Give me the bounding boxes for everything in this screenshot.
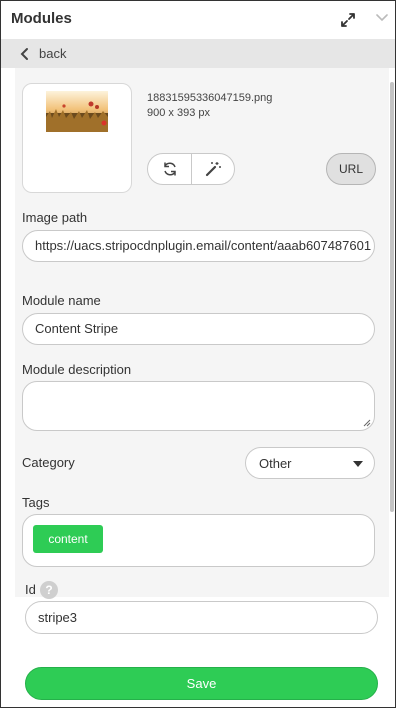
category-select[interactable]: Other [245, 447, 375, 479]
replace-image-button[interactable] [148, 154, 191, 184]
help-icon[interactable]: ? [40, 581, 58, 599]
refresh-icon [164, 162, 176, 176]
image-preview [22, 83, 132, 193]
image-path-input[interactable]: https://uacs.stripocdnplugin.email/conte… [22, 230, 375, 262]
url-button[interactable]: URL [326, 153, 376, 185]
scrollbar-thumb[interactable] [390, 82, 394, 512]
save-button[interactable]: Save [25, 667, 378, 700]
edit-image-button[interactable] [192, 154, 235, 184]
resize-handle-icon[interactable] [363, 419, 371, 427]
scrollbar[interactable] [389, 68, 395, 706]
image-file-name: 18831595336047159.png [147, 92, 273, 104]
panel-header: Modules [1, 1, 395, 39]
tag-chip[interactable]: content [33, 525, 103, 553]
expand-icon[interactable] [338, 10, 358, 30]
image-path-label: Image path [22, 210, 88, 225]
category-selected-value: Other [259, 456, 292, 471]
module-name-input[interactable]: Content Stripe [22, 313, 375, 345]
tags-label: Tags [22, 495, 50, 510]
image-actions [147, 153, 235, 185]
preview-image [46, 91, 108, 132]
module-description-textarea[interactable] [22, 381, 375, 431]
id-label: Id [25, 582, 36, 597]
chevron-left-icon [20, 48, 28, 60]
magic-wand-icon [205, 162, 221, 177]
tags-input[interactable]: content [22, 514, 375, 567]
back-link[interactable]: back [1, 39, 395, 68]
id-input[interactable]: stripe3 [25, 601, 378, 634]
back-label: back [39, 46, 67, 61]
image-dimensions: 900 x 393 px [147, 107, 210, 119]
chevron-down-icon[interactable] [372, 8, 392, 28]
module-name-label: Module name [22, 293, 101, 308]
module-description-label: Module description [22, 362, 132, 377]
caret-down-icon [353, 461, 363, 467]
panel-title: Modules [11, 10, 72, 27]
category-label: Category [22, 455, 75, 470]
